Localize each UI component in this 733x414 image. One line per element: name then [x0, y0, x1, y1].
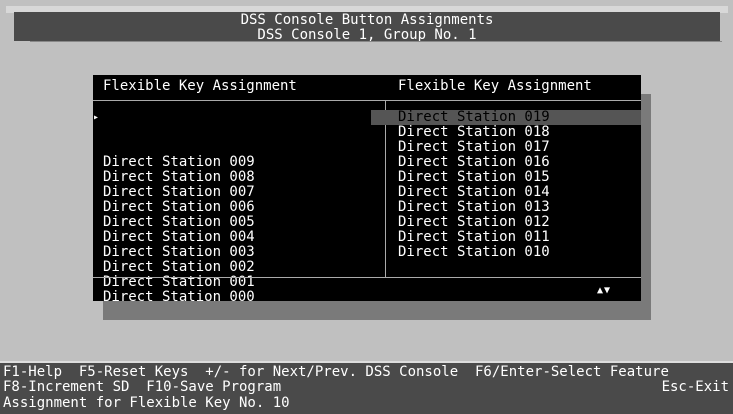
column-divider: [385, 101, 386, 277]
left-key-item[interactable]: Direct Station 000: [103, 290, 255, 305]
right-key-item[interactable]: Direct Station 013: [398, 200, 550, 215]
scroll-up-down-icon[interactable]: ▲▼: [597, 285, 611, 297]
right-key-item[interactable]: Direct Station 017: [398, 140, 550, 155]
function-key-bar: F1-Help F5-Reset Keys +/- for Next/Prev.…: [0, 363, 733, 414]
key-assignment-panel: Flexible Key Assignment Flexible Key Ass…: [93, 75, 641, 305]
left-key-item[interactable]: Direct Station 006: [103, 200, 255, 215]
right-key-list: Direct Station 019 Direct Station 018 Dire…: [398, 110, 550, 260]
list-bottom-divider: [93, 277, 641, 278]
right-key-item[interactable]: Direct Station 014: [398, 185, 550, 200]
left-column-header: Flexible Key Assignment: [103, 78, 297, 94]
status-line: Assignment for Flexible Key No. 10: [3, 395, 290, 411]
right-column-header: Flexible Key Assignment: [398, 78, 592, 94]
right-key-item[interactable]: Direct Station 011: [398, 230, 550, 245]
right-key-item[interactable]: Direct Station 010: [398, 245, 550, 260]
left-key-item[interactable]: Direct Station 004: [103, 230, 255, 245]
left-key-item[interactable]: Direct Station 007: [103, 185, 255, 200]
left-key-item[interactable]: Direct Station 008: [103, 170, 255, 185]
function-keys-line-1: F1-Help F5-Reset Keys +/- for Next/Prev.…: [3, 364, 669, 380]
left-key-item[interactable]: Direct Station 005: [103, 215, 255, 230]
right-key-item[interactable]: Direct Station 019: [398, 110, 550, 125]
title-bar: DSS Console Button Assignments DSS Conso…: [14, 12, 720, 43]
esc-exit-hint[interactable]: Esc-Exit: [662, 380, 729, 395]
right-key-item[interactable]: Direct Station 012: [398, 215, 550, 230]
header-divider: [93, 100, 641, 101]
left-key-item[interactable]: Direct Station 003: [103, 245, 255, 260]
function-keys-line-2: F8-Increment SD F10-Save Program: [3, 379, 282, 395]
right-key-item[interactable]: Direct Station 018: [398, 125, 550, 140]
title-bar-shadow: [30, 41, 722, 42]
right-key-item[interactable]: Direct Station 016: [398, 155, 550, 170]
cursor-arrow-icon: ▸: [93, 112, 100, 123]
left-key-list: ▸ Direct Station 009 Direct Station 008 Di…: [93, 110, 255, 305]
right-key-item[interactable]: Direct Station 015: [398, 170, 550, 185]
left-key-item[interactable]: Direct Station 002: [103, 260, 255, 275]
left-key-item[interactable]: Direct Station 009: [103, 155, 255, 170]
screen-title: DSS Console Button Assignments: [240, 12, 494, 28]
